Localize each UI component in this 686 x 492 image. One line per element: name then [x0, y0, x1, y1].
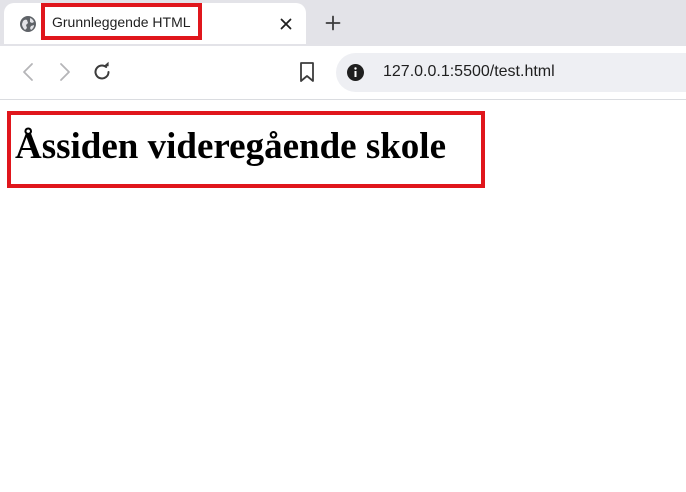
address-bar[interactable]: 127.0.0.1:5500/test.html: [336, 53, 686, 92]
active-tab[interactable]: Grunnleggende HTML: [4, 3, 306, 44]
chevron-right-icon[interactable]: [53, 60, 77, 84]
tab-strip: Grunnleggende HTML: [0, 0, 686, 46]
page-heading: Åssiden videregående skole: [15, 126, 447, 167]
info-icon[interactable]: [346, 63, 365, 82]
chevron-left-icon[interactable]: [16, 60, 40, 84]
url-text[interactable]: 127.0.0.1:5500/test.html: [383, 63, 555, 81]
tab-title: Grunnleggende HTML: [52, 13, 191, 30]
close-icon[interactable]: [277, 15, 295, 33]
bookmark-icon[interactable]: [295, 60, 319, 84]
tab-title-highlight: Grunnleggende HTML: [41, 3, 202, 40]
toolbar: 127.0.0.1:5500/test.html: [0, 46, 686, 100]
page-content: Åssiden videregående skole: [0, 100, 686, 492]
reload-icon[interactable]: [90, 60, 114, 84]
globe-icon: [19, 15, 37, 33]
plus-icon[interactable]: [322, 12, 344, 34]
heading-highlight: Åssiden videregående skole: [7, 111, 485, 188]
browser-window: Grunnleggende HTML 127.0.0.1:5500/test.h…: [0, 0, 686, 492]
